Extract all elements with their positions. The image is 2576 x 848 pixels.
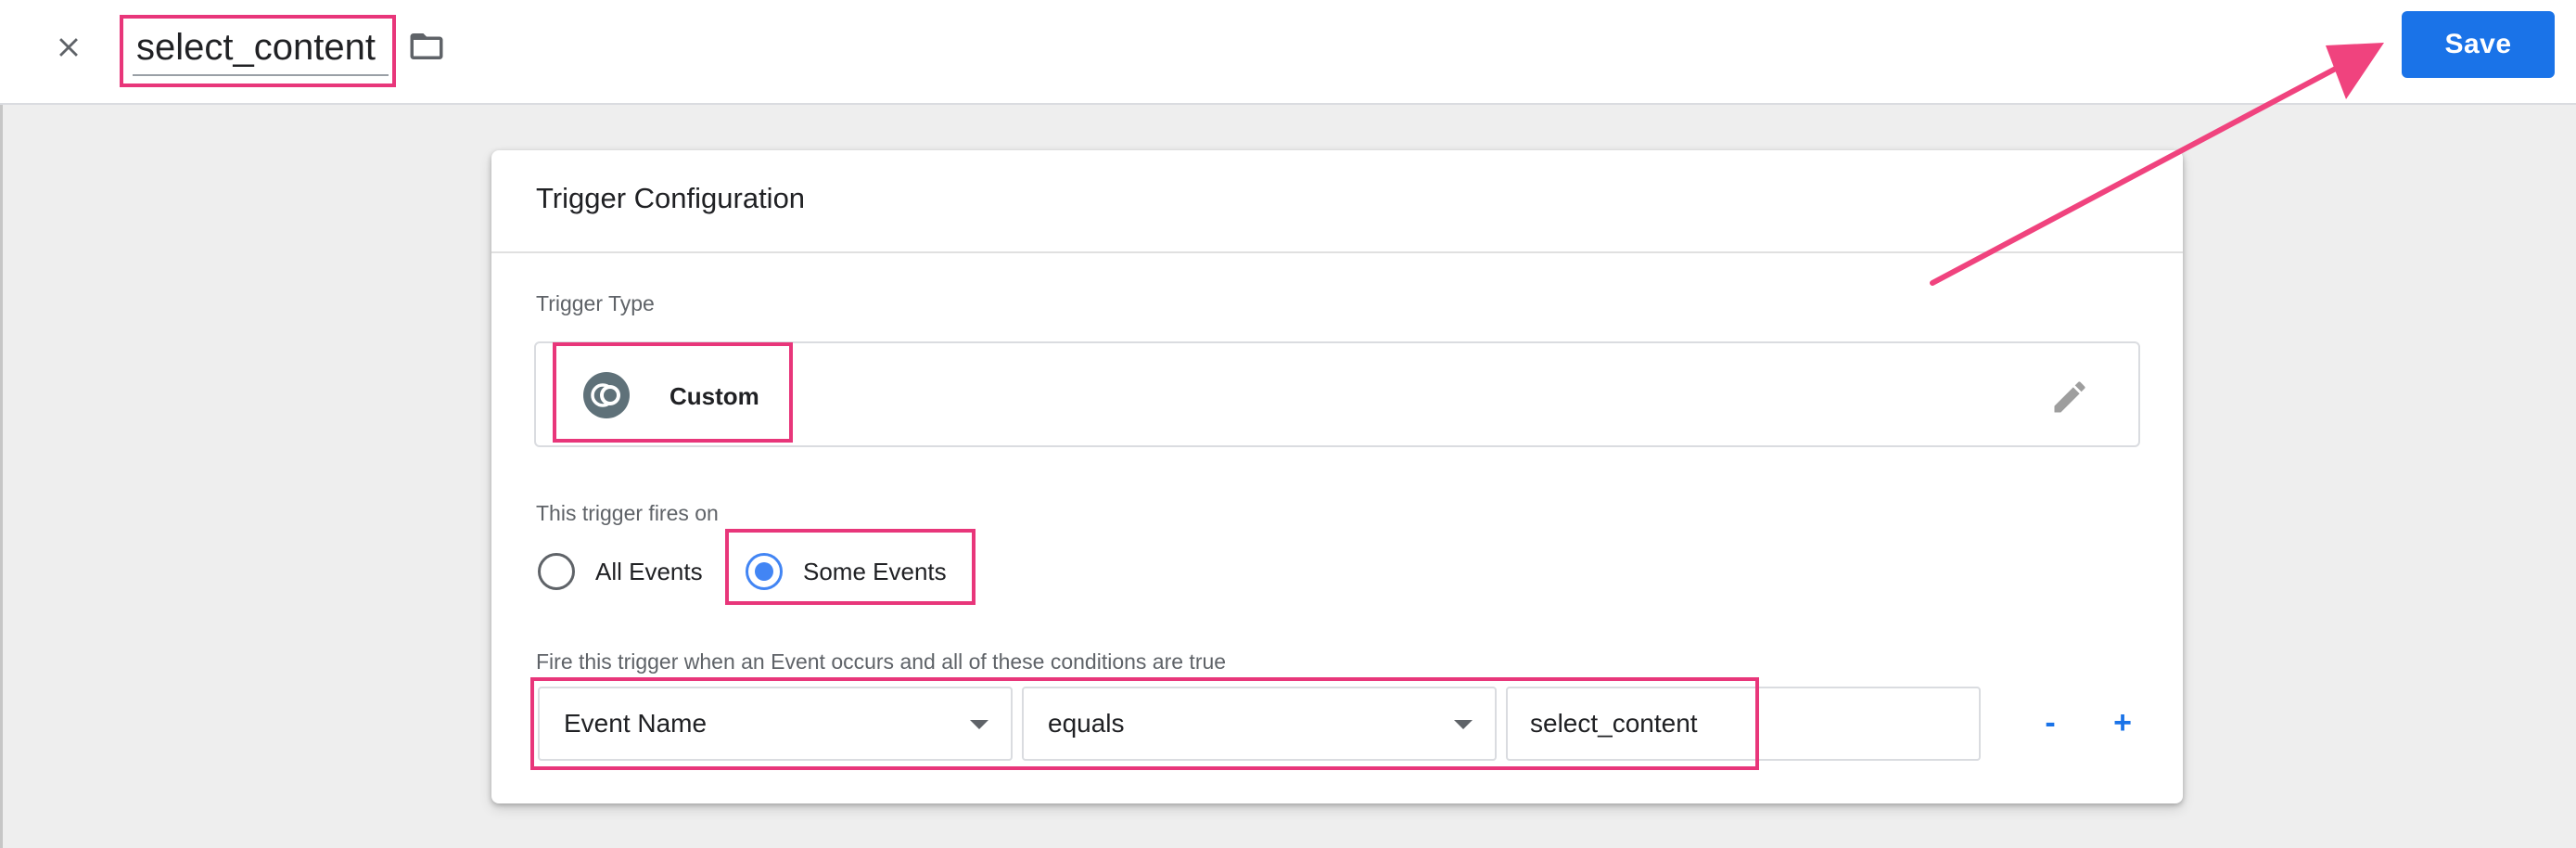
radio-checked[interactable]	[746, 553, 783, 590]
left-edge	[0, 105, 3, 848]
condition-value-input[interactable]	[1506, 687, 1981, 761]
custom-event-icon	[583, 372, 630, 418]
save-button[interactable]: Save	[2402, 11, 2555, 78]
fires-on-label: This trigger fires on	[536, 501, 719, 525]
radio-dot	[755, 562, 773, 581]
radio-label-all-events: All Events	[595, 557, 703, 585]
close-icon	[59, 38, 78, 57]
add-condition-button[interactable]: +	[2099, 700, 2146, 746]
variable-select[interactable]: Event Name	[538, 687, 1013, 761]
dropdown-caret-icon	[1454, 720, 1473, 729]
remove-condition-button[interactable]: -	[2027, 700, 2073, 746]
folder-icon	[410, 33, 443, 59]
trigger-type-name: Custom	[670, 382, 759, 410]
folder-button[interactable]	[402, 24, 451, 69]
top-bar: Save	[0, 0, 2576, 105]
radio-all-events[interactable]: All Events	[538, 546, 703, 597]
operator-select[interactable]: equals	[1022, 687, 1497, 761]
conditions-label: Fire this trigger when an Event occurs a…	[536, 649, 1227, 674]
variable-select-value: Event Name	[564, 709, 708, 738]
radio-some-events[interactable]: Some Events	[746, 546, 947, 597]
radio-unchecked[interactable]	[538, 553, 575, 590]
radio-label-some-events: Some Events	[803, 557, 947, 585]
operator-select-value: equals	[1048, 709, 1125, 738]
trigger-configuration-card: Trigger Configuration Trigger Type Custo…	[491, 150, 2183, 803]
edit-pencil-icon[interactable]	[2049, 377, 2090, 418]
trigger-name-input[interactable]	[133, 20, 389, 76]
divider	[491, 251, 2183, 253]
trigger-type-selector[interactable]: Custom	[534, 341, 2140, 447]
card-title: Trigger Configuration	[536, 182, 806, 214]
dropdown-caret-icon	[970, 720, 988, 729]
trigger-type-label: Trigger Type	[536, 291, 655, 315]
close-button[interactable]	[45, 23, 93, 71]
